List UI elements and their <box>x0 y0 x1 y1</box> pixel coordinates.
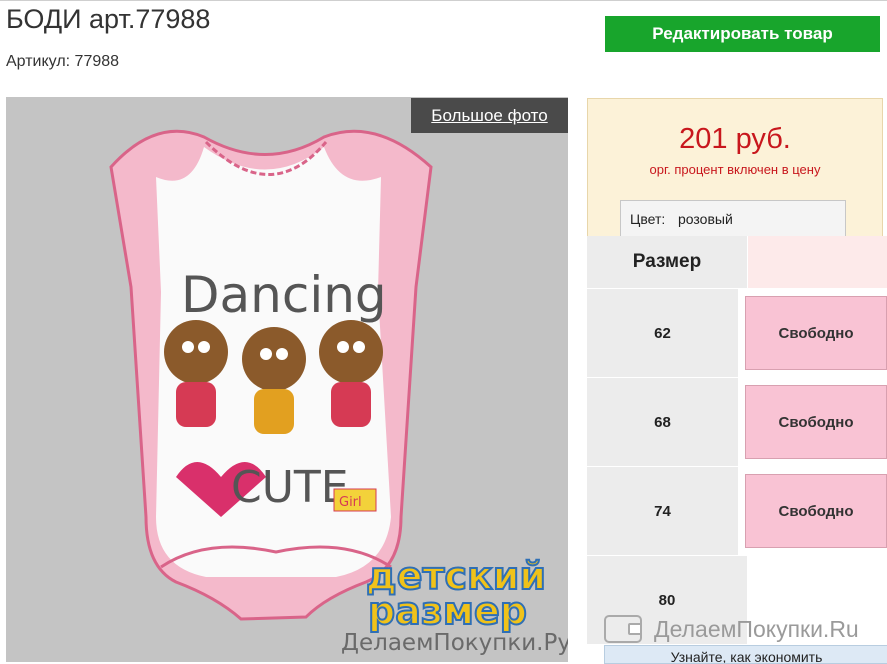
product-photo[interactable]: Dancing CUTE Girl детский размер ДелаемП… <box>6 97 568 662</box>
size-row: 74 Свободно <box>587 467 887 556</box>
bears-illustration <box>164 320 383 434</box>
size-row: 68 Свободно <box>587 378 887 467</box>
size-table: Размер 62 Свободно 68 Свободно 74 Свобод… <box>587 236 887 645</box>
brand-text: ДелаемПокупки.Ru <box>654 615 859 642</box>
available-button[interactable]: Свободно <box>745 296 887 370</box>
color-selector[interactable]: Цвет: розовый <box>620 200 846 237</box>
available-button[interactable]: Свободно <box>745 385 887 459</box>
color-label: Цвет: <box>630 211 666 227</box>
price-value: 201 руб. <box>679 123 791 155</box>
big-photo-link[interactable]: Большое фото <box>411 98 568 133</box>
size-table-header: Размер <box>587 236 887 289</box>
print-bottom-text: CUTE <box>231 462 349 513</box>
watermark-site: ДелаемПокупки.Ру <box>341 630 568 656</box>
size-value: 62 <box>587 289 739 377</box>
wallet-icon <box>604 615 642 643</box>
article-number: Артикул: 77988 <box>6 53 120 70</box>
page-title: БОДИ арт.77988 <box>6 4 211 34</box>
top-divider <box>0 0 887 1</box>
color-value: розовый <box>678 211 733 227</box>
size-value: 68 <box>587 378 739 466</box>
price-note: орг. процент включен в цену <box>649 162 821 177</box>
watermark-line2: размер <box>368 589 527 633</box>
print-top-text: Dancing <box>181 266 387 324</box>
brand-watermark: ДелаемПокупки.Ru <box>604 613 887 645</box>
size-header: Размер <box>587 236 748 288</box>
save-tip-banner[interactable]: Узнайте, как экономить <box>604 645 887 664</box>
available-button[interactable]: Свободно <box>745 474 887 548</box>
girl-tag: Girl <box>339 495 362 510</box>
size-row: 62 Свободно <box>587 289 887 378</box>
edit-product-button[interactable]: Редактировать товар <box>605 16 880 52</box>
size-value: 74 <box>587 467 739 555</box>
bodysuit-image: Dancing CUTE Girl детский размер ДелаемП… <box>109 129 568 656</box>
